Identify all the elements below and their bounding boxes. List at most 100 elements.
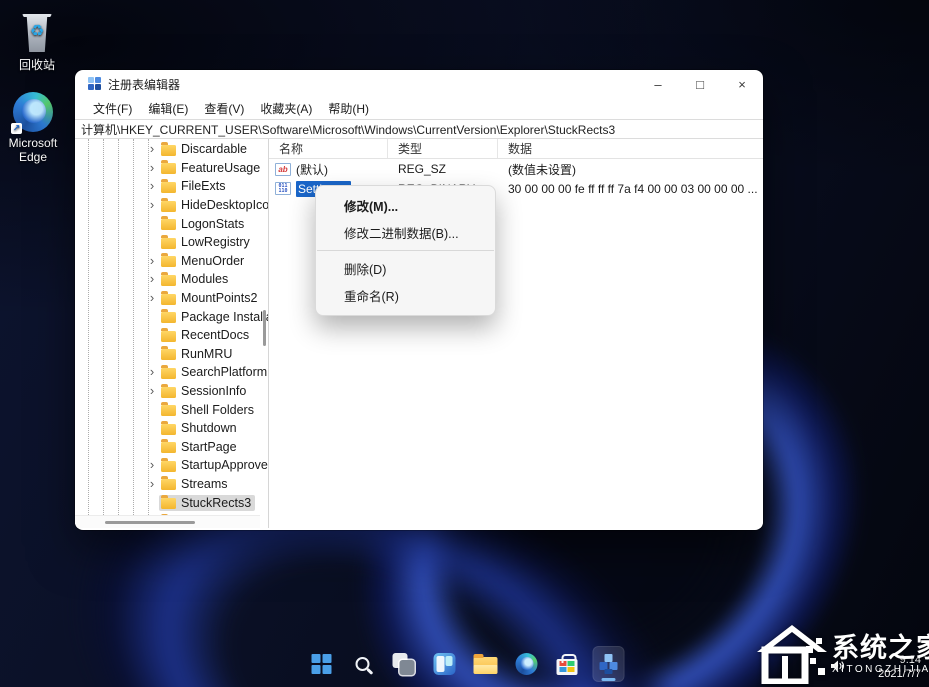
start-icon	[311, 654, 331, 674]
edge-icon	[515, 653, 537, 675]
folder-icon	[161, 439, 176, 454]
horizontal-scrollbar[interactable]	[75, 515, 260, 528]
edge-icon: ↗	[11, 92, 53, 134]
column-header-name[interactable]: 名称	[269, 139, 388, 158]
store-button[interactable]	[551, 646, 583, 682]
store-icon	[556, 653, 578, 675]
xitongzhijia-house-icon	[757, 625, 827, 684]
folder-icon	[161, 290, 176, 305]
tree-item[interactable]: › HideDesktopIco	[75, 196, 268, 215]
widgets-button[interactable]	[428, 646, 460, 682]
chevron-right-icon[interactable]: ›	[145, 161, 159, 174]
watermark: 系统之家 XITONGZHIJIA.NET	[756, 622, 929, 684]
folder-icon	[161, 253, 176, 268]
menu-favorites[interactable]: 收藏夹(A)	[252, 98, 320, 119]
binary-value-icon: 011 110	[275, 182, 291, 196]
tree-item[interactable]: Shell Folders	[75, 400, 260, 419]
search-button[interactable]	[346, 646, 378, 682]
tree-item[interactable]: › MountPoints2	[75, 289, 260, 308]
menu-file[interactable]: 文件(F)	[85, 98, 140, 119]
search-icon	[355, 657, 369, 671]
tree-item[interactable]: Package Installa	[75, 307, 268, 326]
folder-icon	[161, 383, 176, 398]
chevron-right-icon[interactable]: ›	[145, 254, 159, 267]
tree-item[interactable]: › MenuOrder	[75, 252, 260, 271]
folder-icon	[161, 476, 176, 491]
tree-item[interactable]: StartPage	[75, 438, 260, 457]
tree-item[interactable]: › SearchPlatform	[75, 363, 267, 382]
menu-item-modify-binary[interactable]: 修改二进制数据(B)...	[316, 219, 495, 246]
close-button[interactable]: ×	[721, 70, 763, 98]
tree-item[interactable]: › FeatureUsage	[75, 159, 260, 178]
desktop-icon-recycle-bin[interactable]: ♻ 回收站	[6, 6, 68, 73]
regedit-app-icon	[88, 77, 102, 91]
menu-help[interactable]: 帮助(H)	[320, 98, 377, 119]
folder-icon	[161, 364, 176, 379]
list-header: 名称 类型 数据	[269, 139, 763, 159]
desktop-icon-edge[interactable]: ↗ Microsoft Edge	[2, 86, 64, 164]
task-view-icon	[392, 653, 414, 675]
edge-button[interactable]	[510, 646, 542, 682]
tree-item[interactable]: LogonStats	[75, 214, 260, 233]
vertical-scrollbar[interactable]	[263, 310, 266, 346]
folder-icon	[161, 178, 176, 193]
chevron-right-icon[interactable]: ›	[145, 291, 159, 304]
value-row-default[interactable]: ab (默认) REG_SZ (数值未设置)	[269, 160, 763, 179]
maximize-button[interactable]: □	[679, 70, 721, 98]
task-view-button[interactable]	[387, 646, 419, 682]
tree-item[interactable]: Shutdown	[75, 419, 260, 438]
chevron-right-icon[interactable]: ›	[145, 384, 159, 397]
widgets-icon	[433, 653, 455, 675]
folder-icon	[161, 457, 176, 472]
chevron-right-icon[interactable]: ›	[145, 365, 159, 378]
folder-icon	[161, 327, 176, 342]
chevron-right-icon[interactable]: ›	[145, 142, 159, 155]
folder-icon	[161, 216, 176, 231]
menu-view[interactable]: 查看(V)	[196, 98, 252, 119]
minimize-button[interactable]: –	[637, 70, 679, 98]
address-bar[interactable]: 计算机\HKEY_CURRENT_USER\Software\Microsoft…	[75, 119, 763, 139]
folder-icon	[161, 495, 176, 510]
window-title: 注册表编辑器	[108, 77, 181, 92]
tree-item[interactable]: RunMRU	[75, 345, 260, 364]
tree-item[interactable]: › StartupApprove	[75, 456, 268, 475]
title-bar[interactable]: 注册表编辑器 – □ ×	[75, 70, 763, 98]
file-explorer-icon	[473, 654, 497, 674]
shortcut-arrow-icon: ↗	[11, 123, 22, 134]
menu-bar: 文件(F) 编辑(E) 查看(V) 收藏夹(A) 帮助(H)	[75, 98, 763, 119]
folder-icon	[161, 197, 176, 212]
tree-item[interactable]: › Discardable	[75, 140, 260, 159]
registry-editor-icon	[597, 653, 619, 675]
menu-item-delete[interactable]: 删除(D)	[316, 255, 495, 282]
folder-icon	[161, 234, 176, 249]
scrollbar-thumb[interactable]	[105, 521, 195, 524]
menu-separator	[317, 250, 494, 251]
chevron-right-icon[interactable]: ›	[145, 477, 159, 490]
start-button[interactable]	[305, 646, 337, 682]
tree-item[interactable]: LowRegistry	[75, 233, 260, 252]
column-header-type[interactable]: 类型	[388, 139, 498, 158]
chevron-right-icon[interactable]: ›	[145, 458, 159, 471]
chevron-right-icon[interactable]: ›	[145, 198, 159, 211]
context-menu: 修改(M)... 修改二进制数据(B)... 删除(D) 重命名(R)	[315, 185, 496, 316]
tree-item[interactable]: › Modules	[75, 270, 260, 289]
menu-edit[interactable]: 编辑(E)	[140, 98, 196, 119]
recycle-bin-icon: ♻	[22, 14, 52, 52]
chevron-right-icon[interactable]: ›	[145, 272, 159, 285]
desktop-icon-label: Microsoft Edge	[8, 136, 58, 164]
menu-item-rename[interactable]: 重命名(R)	[316, 282, 495, 309]
registry-editor-taskbar-button[interactable]	[592, 646, 624, 682]
folder-icon	[161, 271, 176, 286]
tree-item[interactable]: › SessionInfo	[75, 382, 260, 401]
column-header-data[interactable]: 数据	[498, 139, 763, 158]
folder-icon	[161, 309, 176, 324]
chevron-right-icon[interactable]: ›	[145, 179, 159, 192]
tree-item[interactable]: › FileExts	[75, 177, 260, 196]
folder-icon	[161, 346, 176, 361]
menu-item-modify[interactable]: 修改(M)...	[316, 192, 495, 219]
tree-item[interactable]: RecentDocs	[75, 326, 260, 345]
tree-item[interactable]: › Streams	[75, 475, 260, 494]
registry-tree-pane[interactable]: › Discardable › FeatureUsage › FileExts › Hi…	[75, 139, 268, 528]
file-explorer-button[interactable]	[469, 646, 501, 682]
tree-item-stuckrects3[interactable]: StuckRects3	[75, 493, 260, 512]
